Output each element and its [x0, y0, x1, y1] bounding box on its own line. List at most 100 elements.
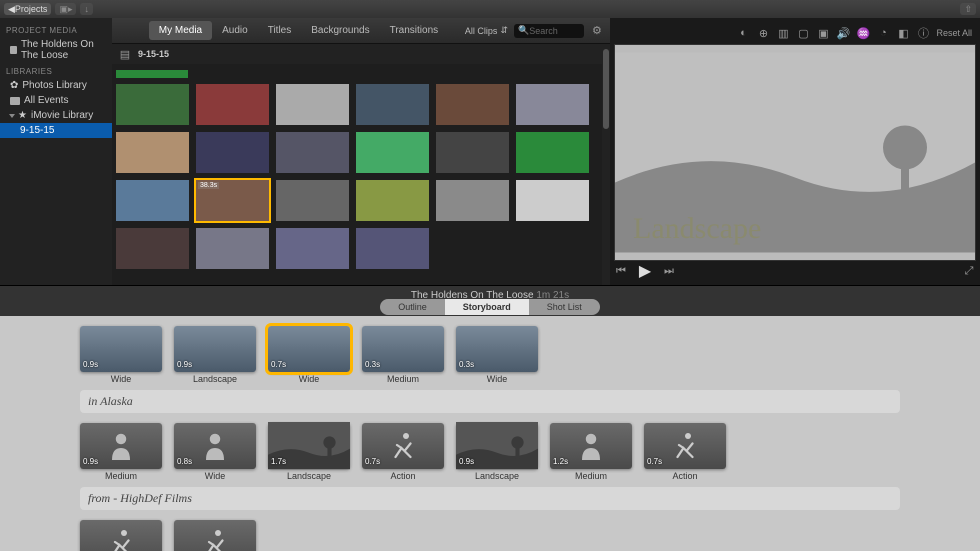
placeholder-thumb[interactable]: 0.9s — [80, 423, 162, 469]
storyboard-clip[interactable]: 0.7sAction — [644, 423, 726, 481]
tab-audio[interactable]: Audio — [212, 21, 258, 40]
import-media-button[interactable]: ▣▸ — [55, 3, 76, 15]
clip-thumb[interactable]: 0.9s — [174, 326, 256, 372]
storyboard-area[interactable]: 0.9sWide0.9sLandscape0.7sWide0.3sMedium0… — [0, 316, 980, 551]
storyboard-clip[interactable]: 1.3s — [80, 520, 162, 551]
disclosure-triangle-icon[interactable] — [9, 114, 15, 118]
clip-type-label: Landscape — [287, 471, 331, 481]
storyboard-clip[interactable]: 1.2sMedium — [550, 423, 632, 481]
volume-icon[interactable]: 🔊 — [836, 27, 850, 39]
fullscreen-button[interactable]: ⤢ — [962, 265, 976, 277]
storyboard-clip[interactable]: 0.3sMedium — [362, 326, 444, 384]
title-card-2[interactable]: from - HighDef Films — [80, 487, 900, 510]
media-thumbnail[interactable] — [196, 84, 269, 125]
placeholder-thumb[interactable]: 0.8s — [174, 423, 256, 469]
color-balance-icon[interactable]: ⊕ — [756, 27, 770, 39]
tab-titles[interactable]: Titles — [258, 21, 302, 40]
clip-thumb[interactable]: 0.3s — [362, 326, 444, 372]
clip-thumb[interactable]: 0.3s — [456, 326, 538, 372]
media-thumbnail[interactable] — [116, 180, 189, 221]
download-button[interactable]: ↓ — [80, 3, 93, 15]
storyboard-clip[interactable]: 0.8sWide — [174, 423, 256, 481]
browser-scrollbar[interactable] — [602, 48, 610, 285]
scrollbar-knob[interactable] — [603, 49, 609, 129]
stabilize-icon[interactable]: ▣ — [816, 27, 830, 39]
tab-my-media[interactable]: My Media — [149, 21, 212, 40]
media-thumbnail[interactable] — [356, 132, 429, 173]
browser-tabs: My Media Audio Titles Backgrounds Transi… — [149, 21, 448, 40]
media-thumbnail[interactable]: 38.3s — [196, 180, 269, 221]
clip-thumb[interactable]: 0.7s — [268, 326, 350, 372]
projects-label: Projects — [15, 4, 48, 14]
sidebar-item-photos[interactable]: ✿Photos Library — [0, 78, 112, 93]
tab-outline[interactable]: Outline — [380, 299, 445, 315]
tab-shotlist[interactable]: Shot List — [529, 299, 600, 315]
crop-icon[interactable]: ▢ — [796, 27, 810, 39]
placeholder-thumb[interactable]: 1.3s — [80, 520, 162, 551]
info-icon[interactable]: ⓘ — [916, 27, 930, 39]
media-thumbnail[interactable] — [276, 228, 349, 269]
storyboard-clip[interactable]: 0.7sWide — [268, 326, 350, 384]
media-thumbnail[interactable] — [276, 84, 349, 125]
tab-transitions[interactable]: Transitions — [380, 21, 449, 40]
media-thumbnail[interactable] — [356, 180, 429, 221]
search-input[interactable]: 🔍 Search — [514, 24, 584, 38]
next-button[interactable]: ⏭ — [662, 265, 676, 277]
storyboard-clip[interactable]: 0.3sWide — [456, 326, 538, 384]
sidebar-item-event-selected[interactable]: 9-15-15 — [0, 123, 112, 138]
clip-duration: 1.7s — [271, 457, 286, 466]
storyboard-clip[interactable]: 0.9sLandscape — [174, 326, 256, 384]
speed-icon[interactable]: ◔ — [876, 27, 890, 39]
media-thumbnail[interactable] — [436, 180, 509, 221]
enhance-icon[interactable]: ◐ — [736, 27, 750, 39]
media-thumbnail[interactable] — [116, 84, 189, 125]
placeholder-thumb[interactable]: 0.9s — [456, 423, 538, 469]
clip-filter-icon[interactable]: ◧ — [896, 27, 910, 39]
sidebar-item-imovie-lib[interactable]: ★iMovie Library — [0, 108, 112, 123]
placeholder-thumb[interactable]: 0.7s — [644, 423, 726, 469]
clip-thumb[interactable]: 0.9s — [80, 326, 162, 372]
color-correct-icon[interactable]: ▥ — [776, 27, 790, 39]
media-thumbnail[interactable] — [516, 84, 589, 125]
timeline-tabs: Outline Storyboard Shot List — [380, 299, 600, 315]
storyboard-clip[interactable]: 0.6s — [174, 520, 256, 551]
media-thumbnail[interactable] — [116, 228, 189, 269]
tab-backgrounds[interactable]: Backgrounds — [301, 21, 379, 40]
storyboard-clip[interactable]: 0.7sAction — [362, 423, 444, 481]
storyboard-clip[interactable]: 0.9sMedium — [80, 423, 162, 481]
list-view-icon[interactable]: ▤ — [118, 48, 132, 60]
media-thumbnail[interactable] — [356, 228, 429, 269]
storyboard-clip[interactable]: 1.7sLandscape — [268, 423, 350, 481]
media-thumbnail[interactable] — [196, 228, 269, 269]
storyboard-clip[interactable]: 0.9sLandscape — [456, 423, 538, 481]
placeholder-thumb[interactable]: 1.7s — [268, 423, 350, 469]
sidebar-item-allevents[interactable]: All Events — [0, 93, 112, 108]
media-thumbnail[interactable] — [116, 132, 189, 173]
thumbnail-grid[interactable]: 38.3s — [112, 64, 610, 285]
media-thumbnail[interactable] — [196, 132, 269, 173]
play-button[interactable]: ▶ — [638, 265, 652, 277]
viewer-frame[interactable]: Landscape — [614, 44, 976, 261]
media-thumbnail[interactable] — [276, 132, 349, 173]
reset-all-button[interactable]: Reset All — [936, 28, 972, 38]
clip-filter-select[interactable]: All Clips ⇵ — [465, 25, 508, 36]
star-icon: ★ — [18, 110, 27, 121]
media-thumbnail[interactable] — [516, 180, 589, 221]
media-thumbnail[interactable] — [356, 84, 429, 125]
placeholder-thumb[interactable]: 1.2s — [550, 423, 632, 469]
noise-reduce-icon[interactable]: ♒ — [856, 27, 870, 39]
prev-button[interactable]: ⏮ — [614, 265, 628, 277]
media-thumbnail[interactable] — [436, 132, 509, 173]
storyboard-clip[interactable]: 0.9sWide — [80, 326, 162, 384]
placeholder-thumb[interactable]: 0.7s — [362, 423, 444, 469]
placeholder-thumb[interactable]: 0.6s — [174, 520, 256, 551]
settings-gear-icon[interactable]: ⚙ — [590, 25, 604, 37]
share-button[interactable]: ⇧ — [960, 3, 976, 15]
media-thumbnail[interactable] — [276, 180, 349, 221]
projects-back-button[interactable]: ◀ Projects — [4, 3, 51, 15]
tab-storyboard[interactable]: Storyboard — [445, 299, 529, 315]
media-thumbnail[interactable] — [516, 132, 589, 173]
sidebar-project-item[interactable]: The Holdens On The Loose — [0, 37, 112, 63]
title-card-1[interactable]: in Alaska — [80, 390, 900, 413]
media-thumbnail[interactable] — [436, 84, 509, 125]
